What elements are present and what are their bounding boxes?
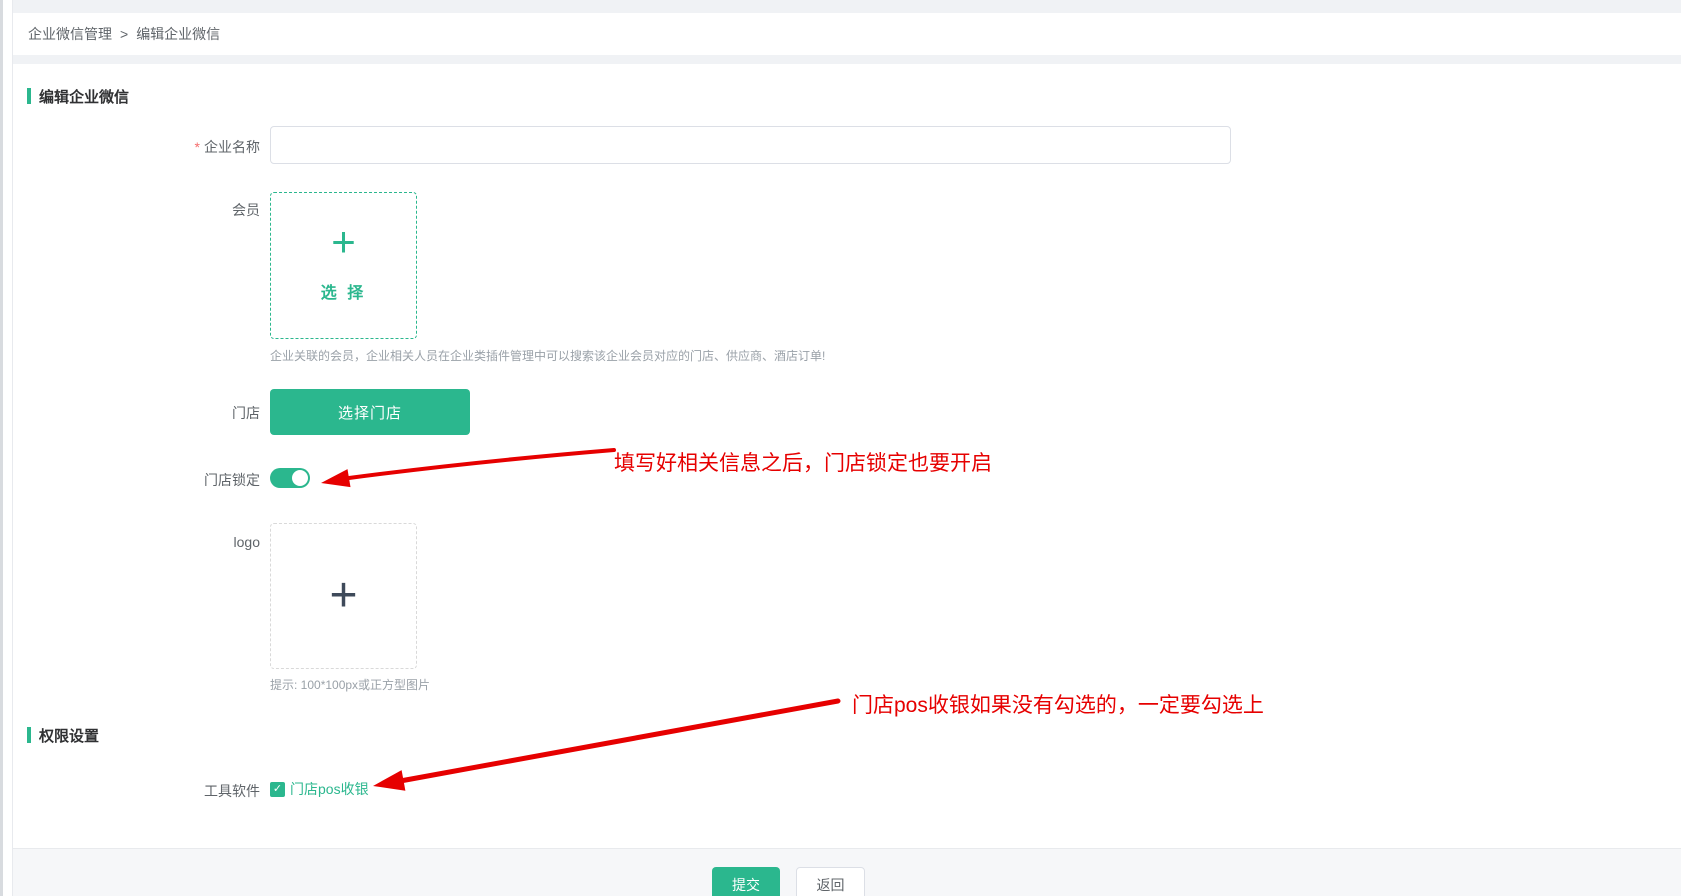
store-lock-label: 门店锁定 [60, 470, 260, 490]
toggle-knob [292, 470, 308, 486]
logo-label: logo [60, 534, 260, 550]
company-name-input[interactable] [270, 126, 1231, 164]
select-store-button[interactable]: 选择门店 [270, 389, 470, 435]
section-accent-bar [27, 727, 31, 743]
page: 企业微信管理 > 编辑企业微信 编辑企业微信 *企业名称 会员 + 选 择 企业… [0, 0, 1681, 896]
plus-icon: + [329, 572, 357, 620]
annotation-lock-note: 填写好相关信息之后，门店锁定也要开启 [614, 447, 992, 477]
member-helper-text: 企业关联的会员，企业相关人员在企业类插件管理中可以搜索该企业会员对应的门店、供应… [270, 347, 825, 364]
annotation-pos-note: 门店pos收银如果没有勾选的，一定要勾选上 [852, 689, 1264, 719]
required-mark: * [195, 139, 200, 155]
store-label: 门店 [60, 403, 260, 423]
plus-icon: + [331, 221, 356, 263]
sidebar-edge [3, 0, 13, 896]
member-select-uploader[interactable]: + 选 择 [270, 192, 417, 339]
back-button[interactable]: 返回 [796, 867, 865, 896]
company-name-label: *企业名称 [60, 137, 260, 157]
tools-label: 工具软件 [60, 781, 260, 801]
member-label: 会员 [60, 200, 260, 220]
member-choose-label: 选 择 [321, 279, 366, 303]
pos-checkbox-row[interactable]: ✓ 门店pos收银 [270, 779, 369, 799]
logo-uploader[interactable]: + [270, 523, 417, 669]
breadcrumb-separator-icon: > [120, 26, 128, 42]
breadcrumb: 企业微信管理 > 编辑企业微信 [13, 13, 1681, 55]
check-icon: ✓ [273, 784, 282, 795]
breadcrumb-current: 编辑企业微信 [136, 24, 220, 44]
logo-hint-text: 提示: 100*100px或正方型图片 [270, 676, 430, 693]
section-title-edit: 编辑企业微信 [39, 86, 129, 107]
store-lock-toggle[interactable] [270, 468, 310, 488]
pos-checkbox-label[interactable]: 门店pos收银 [290, 779, 369, 799]
checkbox-checked-icon[interactable]: ✓ [270, 782, 285, 797]
section-accent-bar [27, 88, 31, 104]
breadcrumb-parent[interactable]: 企业微信管理 [28, 24, 112, 44]
section-title-permissions: 权限设置 [39, 725, 99, 746]
submit-button[interactable]: 提交 [712, 867, 780, 896]
